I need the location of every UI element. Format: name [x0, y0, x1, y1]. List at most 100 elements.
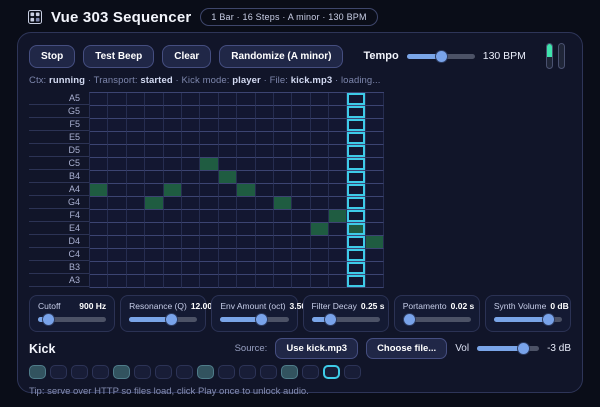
grid-cell-b3-step7[interactable] — [200, 262, 218, 275]
grid-cell-d4-step11[interactable] — [274, 236, 292, 249]
grid-cell-a5-step8[interactable] — [219, 93, 237, 106]
grid-cell-f5-step11[interactable] — [274, 119, 292, 132]
grid-cell-g5-step8[interactable] — [219, 106, 237, 119]
grid-cell-f5-step12[interactable] — [292, 119, 310, 132]
grid-cell-e4-step11[interactable] — [274, 223, 292, 236]
grid-cell-a4-step15[interactable] — [347, 184, 365, 197]
grid-cell-a4-step7[interactable] — [200, 184, 218, 197]
grid-cell-f5-step9[interactable] — [237, 119, 255, 132]
grid-cell-g4-step16[interactable] — [366, 197, 384, 210]
grid-cell-g4-step1[interactable] — [90, 197, 108, 210]
grid-cell-d4-step5[interactable] — [164, 236, 182, 249]
grid-cell-a3-step9[interactable] — [237, 275, 255, 288]
grid-cell-c5-step5[interactable] — [164, 158, 182, 171]
grid-cell-a3-step10[interactable] — [256, 275, 274, 288]
grid-cell-e4-step15[interactable] — [347, 223, 365, 236]
grid-cell-e5-step4[interactable] — [145, 132, 163, 145]
kick-step-8[interactable] — [176, 365, 193, 379]
grid-cell-g5-step4[interactable] — [145, 106, 163, 119]
resonance-q-slider[interactable] — [129, 314, 197, 325]
synth-volume-slider[interactable] — [494, 314, 562, 325]
grid-cell-g4-step4[interactable] — [145, 197, 163, 210]
grid-cell-b4-step7[interactable] — [200, 171, 218, 184]
grid-cell-f5-step4[interactable] — [145, 119, 163, 132]
grid-cell-a3-step7[interactable] — [200, 275, 218, 288]
grid-cell-d5-step8[interactable] — [219, 145, 237, 158]
grid-cell-f4-step7[interactable] — [200, 210, 218, 223]
grid-cell-e5-step15[interactable] — [347, 132, 365, 145]
kick-step-4[interactable] — [92, 365, 109, 379]
grid-cell-d5-step5[interactable] — [164, 145, 182, 158]
grid-cell-f5-step2[interactable] — [108, 119, 126, 132]
grid-cell-b3-step4[interactable] — [145, 262, 163, 275]
grid-cell-c5-step8[interactable] — [219, 158, 237, 171]
grid-cell-d4-step8[interactable] — [219, 236, 237, 249]
kick-step-12[interactable] — [260, 365, 277, 379]
grid-cell-g4-step12[interactable] — [292, 197, 310, 210]
filter-decay-slider[interactable] — [312, 314, 380, 325]
grid-cell-b3-step6[interactable] — [182, 262, 200, 275]
grid-cell-g4-step10[interactable] — [256, 197, 274, 210]
env-amount-oct-slider[interactable] — [220, 314, 288, 325]
grid-cell-g5-step12[interactable] — [292, 106, 310, 119]
grid-cell-f5-step13[interactable] — [311, 119, 329, 132]
grid-cell-c5-step16[interactable] — [366, 158, 384, 171]
grid-cell-a5-step1[interactable] — [90, 93, 108, 106]
grid-cell-g4-step14[interactable] — [329, 197, 347, 210]
grid-cell-a4-step3[interactable] — [127, 184, 145, 197]
grid-cell-a3-step8[interactable] — [219, 275, 237, 288]
grid-cell-f4-step1[interactable] — [90, 210, 108, 223]
grid-cell-c5-step13[interactable] — [311, 158, 329, 171]
grid-cell-a3-step3[interactable] — [127, 275, 145, 288]
grid-cell-b4-step14[interactable] — [329, 171, 347, 184]
grid-cell-b3-step10[interactable] — [256, 262, 274, 275]
grid-cell-f4-step13[interactable] — [311, 210, 329, 223]
grid-cell-a3-step4[interactable] — [145, 275, 163, 288]
grid-cell-c5-step15[interactable] — [347, 158, 365, 171]
grid-cell-b3-step12[interactable] — [292, 262, 310, 275]
kick-step-2[interactable] — [50, 365, 67, 379]
grid-cell-f5-step7[interactable] — [200, 119, 218, 132]
grid-cell-b4-step3[interactable] — [127, 171, 145, 184]
grid-cell-f4-step16[interactable] — [366, 210, 384, 223]
grid-cell-c4-step3[interactable] — [127, 249, 145, 262]
grid-cell-f4-step15[interactable] — [347, 210, 365, 223]
grid-cell-a5-step4[interactable] — [145, 93, 163, 106]
grid-cell-b3-step13[interactable] — [311, 262, 329, 275]
grid-cell-d5-step13[interactable] — [311, 145, 329, 158]
grid-cell-a5-step15[interactable] — [347, 93, 365, 106]
grid-cell-d4-step10[interactable] — [256, 236, 274, 249]
grid-cell-d4-step15[interactable] — [347, 236, 365, 249]
grid-cell-c5-step9[interactable] — [237, 158, 255, 171]
grid-cell-a5-step9[interactable] — [237, 93, 255, 106]
grid-cell-f5-step15[interactable] — [347, 119, 365, 132]
grid-cell-f4-step9[interactable] — [237, 210, 255, 223]
grid-cell-f4-step8[interactable] — [219, 210, 237, 223]
grid-cell-f4-step2[interactable] — [108, 210, 126, 223]
grid-cell-f5-step8[interactable] — [219, 119, 237, 132]
kick-step-5[interactable] — [113, 365, 130, 379]
grid-cell-e5-step7[interactable] — [200, 132, 218, 145]
grid-cell-g5-step2[interactable] — [108, 106, 126, 119]
grid-cell-a5-step12[interactable] — [292, 93, 310, 106]
grid-cell-a3-step14[interactable] — [329, 275, 347, 288]
grid-cell-f4-step12[interactable] — [292, 210, 310, 223]
clear-button[interactable]: Clear — [162, 45, 211, 68]
grid-cell-f4-step5[interactable] — [164, 210, 182, 223]
grid-cell-b3-step14[interactable] — [329, 262, 347, 275]
grid-cell-a4-step6[interactable] — [182, 184, 200, 197]
grid-cell-b4-step5[interactable] — [164, 171, 182, 184]
grid-cell-b4-step13[interactable] — [311, 171, 329, 184]
grid-cell-f4-step11[interactable] — [274, 210, 292, 223]
grid-cell-e5-step6[interactable] — [182, 132, 200, 145]
grid-cell-a5-step7[interactable] — [200, 93, 218, 106]
grid-cell-d4-step9[interactable] — [237, 236, 255, 249]
grid-cell-e4-step13[interactable] — [311, 223, 329, 236]
grid-cell-a3-step13[interactable] — [311, 275, 329, 288]
grid-cell-e5-step10[interactable] — [256, 132, 274, 145]
grid-cell-d5-step1[interactable] — [90, 145, 108, 158]
grid-cell-c5-step2[interactable] — [108, 158, 126, 171]
grid-cell-g5-step1[interactable] — [90, 106, 108, 119]
grid-cell-c5-step4[interactable] — [145, 158, 163, 171]
grid-cell-e4-step8[interactable] — [219, 223, 237, 236]
